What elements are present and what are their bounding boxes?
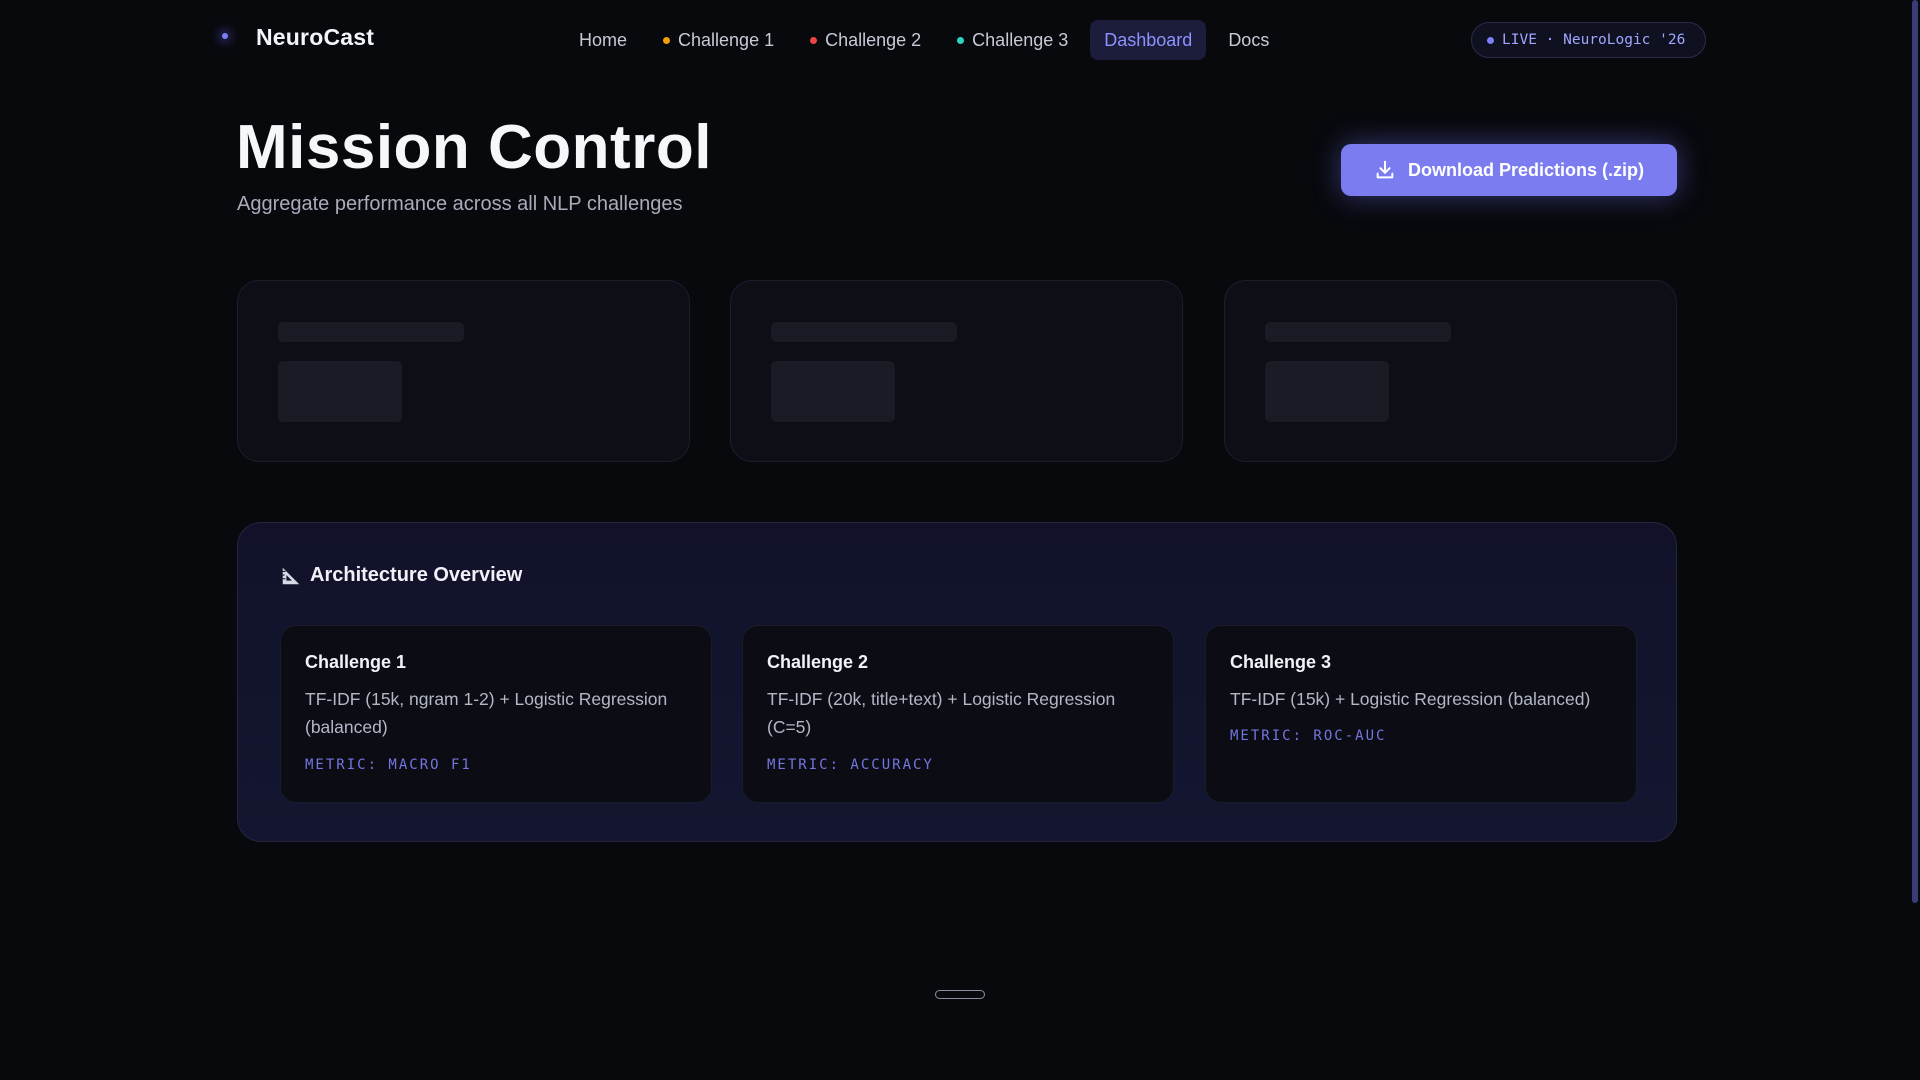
skeleton-line [1265,322,1451,342]
page-subtitle: Aggregate performance across all NLP cha… [237,193,683,215]
challenge-card-title: Challenge 2 [767,652,869,672]
nav-item-label: Home [579,29,628,50]
nav-item-challenge-1[interactable]: Challenge 1 [649,20,788,60]
architecture-overview-panel: Architecture Overview Challenge 1 TF-IDF… [237,522,1677,842]
download-predictions-button[interactable]: Download Predictions (.zip) [1341,144,1677,196]
challenge-card-2: Challenge 2 TF-IDF (20k, title+text) + L… [742,625,1174,803]
download-button-label: Download Predictions (.zip) [1407,159,1644,180]
skeleton-block [771,361,895,422]
scroll-indicator[interactable] [935,990,985,999]
nav-item-label: Docs [1228,29,1270,50]
brand-logo-icon [210,22,240,52]
challenge-card-1: Challenge 1 TF-IDF (15k, ngram 1-2) + Lo… [280,625,712,803]
stat-card-loading [1224,280,1677,462]
page-scrollbar[interactable] [1912,0,1918,903]
page-title: Mission Control [236,113,712,182]
skeleton-block [1265,361,1389,422]
skeleton-line [771,322,957,342]
challenge-card-description: TF-IDF (15k) + Logistic Regression (bala… [1230,689,1591,709]
live-dot-icon [1487,36,1494,44]
brand-name: NeuroCast [256,23,375,50]
nav-item-dashboard[interactable]: Dashboard [1090,20,1207,60]
challenge-card-3: Challenge 3 TF-IDF (15k) + Logistic Regr… [1205,625,1637,803]
live-status-badge: LIVE · NeuroLogic '26 [1471,22,1706,58]
architecture-title: Architecture Overview [310,564,523,586]
nav-links: Home Challenge 1 Challenge 2 Challenge 3… [565,20,1291,60]
stat-card-loading [730,280,1183,462]
skeleton-line [278,322,464,342]
live-status-text: LIVE · NeuroLogic '26 [1502,32,1686,48]
status-dot-icon [810,36,818,44]
top-navigation: NeuroCast Home Challenge 1 Challenge 2 C… [0,0,1920,80]
nav-item-home[interactable]: Home [565,20,641,60]
nav-item-challenge-3[interactable]: Challenge 3 [943,20,1082,60]
nav-item-challenge-2[interactable]: Challenge 2 [796,20,935,60]
status-dot-icon [663,36,671,44]
ruler-triangle-icon [282,567,300,584]
architecture-header: Architecture Overview [280,564,522,587]
nav-item-docs[interactable]: Docs [1214,20,1283,60]
nav-item-label: Challenge 2 [825,29,922,50]
download-icon [1376,160,1394,179]
challenge-card-title: Challenge 1 [305,652,407,672]
challenge-card-description: TF-IDF (15k, ngram 1-2) + Logistic Regre… [305,689,668,737]
nav-item-label: Challenge 1 [678,29,775,50]
challenge-card-metric: METRIC: ACCURACY [767,757,934,773]
challenge-card-metric: METRIC: MACRO F1 [305,757,472,773]
challenge-card-title: Challenge 3 [1230,652,1332,672]
brand[interactable]: NeuroCast [210,22,374,52]
skeleton-block [278,361,402,422]
stat-card-loading [237,280,690,462]
nav-item-label: Challenge 3 [972,29,1069,50]
challenge-card-description: TF-IDF (20k, title+text) + Logistic Regr… [767,689,1116,737]
challenge-card-metric: METRIC: ROC-AUC [1230,728,1387,744]
status-dot-icon [957,36,965,44]
nav-item-label: Dashboard [1104,29,1193,50]
